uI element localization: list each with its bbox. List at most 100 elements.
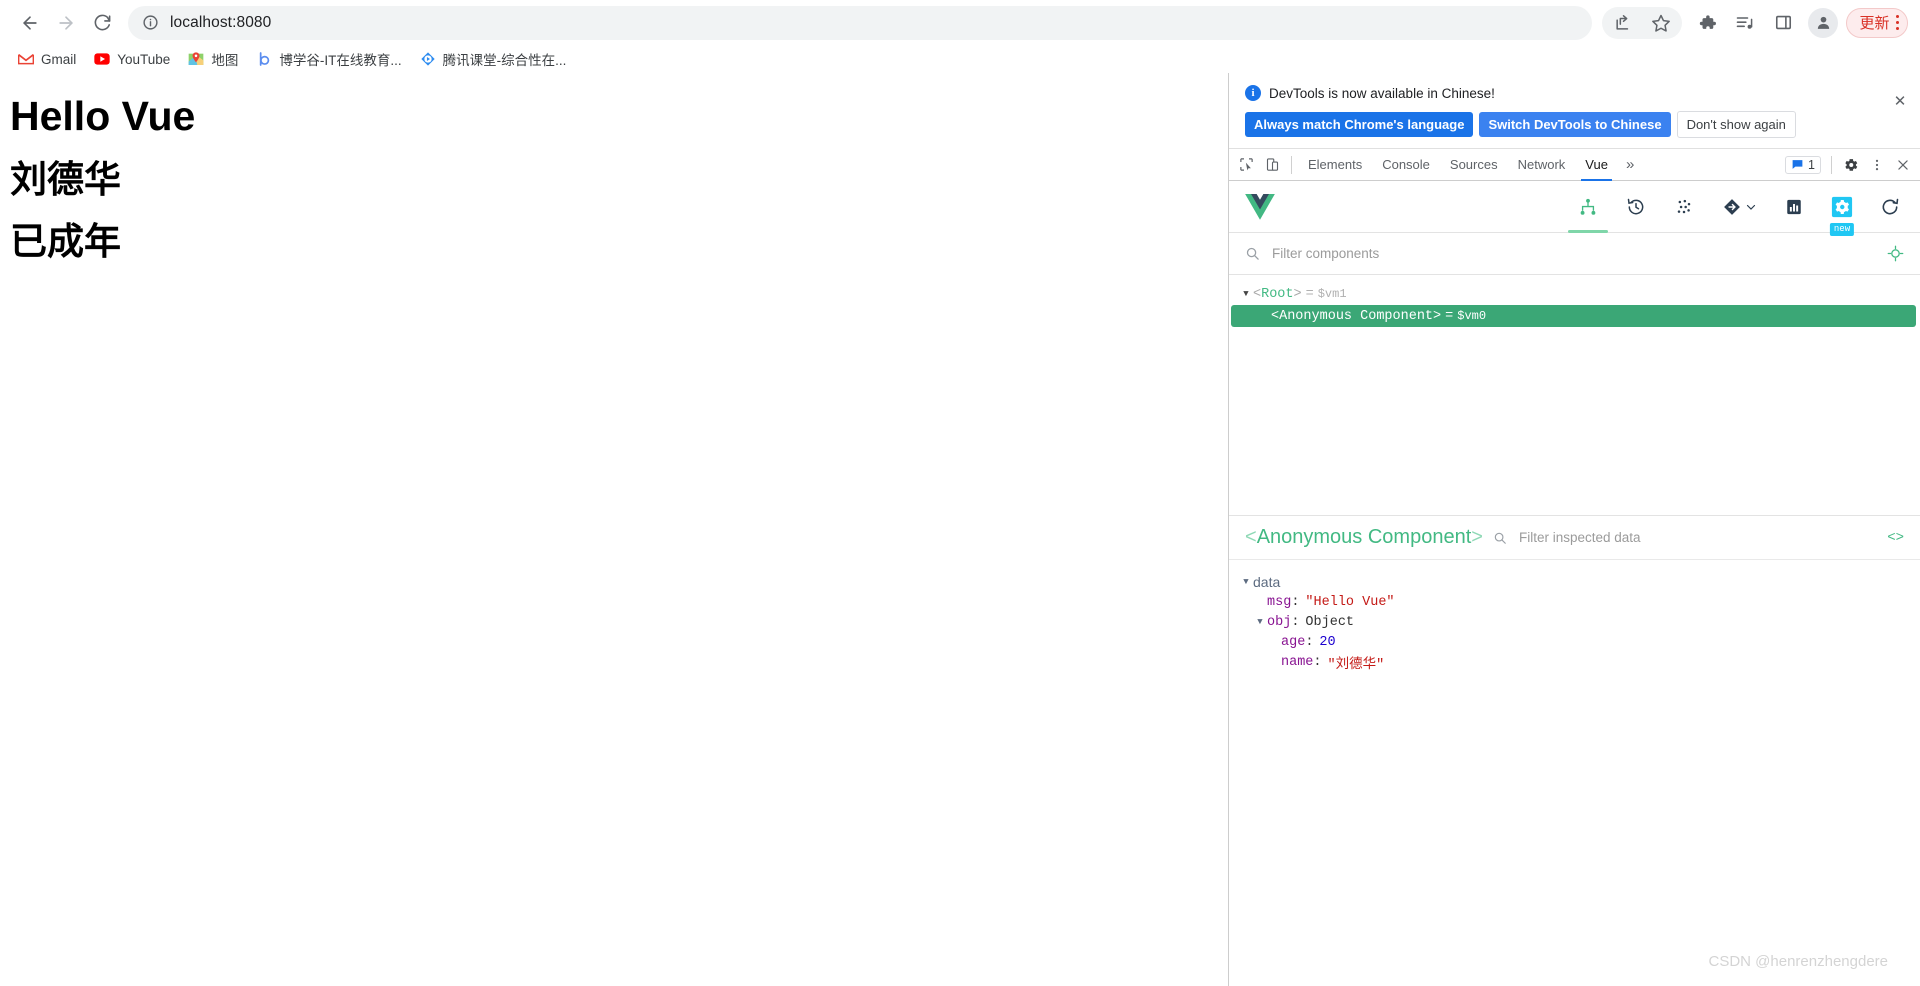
filter-inspected-data-input[interactable] bbox=[1516, 529, 1878, 546]
tag-close: > bbox=[1293, 286, 1302, 302]
data-key: age bbox=[1281, 634, 1306, 650]
update-button[interactable]: 更新 bbox=[1846, 7, 1908, 38]
bookmark-gmail[interactable]: Gmail bbox=[10, 47, 84, 71]
component-filter-bar bbox=[1229, 233, 1920, 275]
always-match-chrome-language-button[interactable]: Always match Chrome's language bbox=[1245, 112, 1474, 137]
site-info-icon[interactable] bbox=[142, 14, 160, 32]
edit-as-code-icon[interactable]: <> bbox=[1887, 530, 1904, 546]
tree-row-root[interactable]: ▼ < Root > = $vm1 bbox=[1229, 283, 1920, 305]
page-content: Hello Vue 刘德华 已成年 bbox=[0, 73, 1228, 986]
settings-gear-icon[interactable] bbox=[1838, 152, 1864, 178]
bookmark-label: YouTube bbox=[117, 51, 171, 67]
address-bar-url: localhost:8080 bbox=[170, 13, 272, 31]
data-value: "刘德华" bbox=[1327, 657, 1385, 673]
close-notice-icon[interactable]: ✕ bbox=[1890, 91, 1910, 111]
page-heading-msg: Hello Vue bbox=[10, 93, 196, 139]
boxuegu-icon bbox=[256, 51, 272, 67]
tag-open: < bbox=[1271, 308, 1280, 324]
equals-sign: = bbox=[1445, 308, 1454, 324]
component-name: Root bbox=[1261, 286, 1294, 302]
toolbar-actions: 更新 bbox=[1602, 6, 1908, 39]
toolbar-divider bbox=[1291, 155, 1292, 174]
select-component-target-icon[interactable] bbox=[1887, 245, 1904, 262]
update-button-label: 更新 bbox=[1859, 15, 1890, 32]
tree-row-anonymous-component[interactable]: < Anonymous Component > = $vm0 bbox=[1231, 305, 1916, 327]
data-group-row[interactable]: ▼ data bbox=[1229, 572, 1920, 592]
vm-reference: $vm0 bbox=[1457, 309, 1487, 323]
performance-bar-icon[interactable] bbox=[1780, 187, 1808, 227]
bookmark-label: 博学谷-IT在线教育... bbox=[279, 53, 402, 68]
console-message-count[interactable]: 1 bbox=[1785, 155, 1821, 174]
timeline-history-icon[interactable] bbox=[1622, 187, 1650, 227]
switch-devtools-to-chinese-button[interactable]: Switch DevTools to Chinese bbox=[1479, 112, 1671, 137]
vue-logo-icon bbox=[1245, 193, 1275, 220]
forward-button[interactable] bbox=[48, 5, 84, 41]
bookmark-youtube[interactable]: YouTube bbox=[86, 47, 178, 71]
youtube-icon bbox=[94, 51, 110, 67]
search-icon bbox=[1245, 246, 1260, 261]
tab-vue[interactable]: Vue bbox=[1575, 149, 1618, 181]
settings-gear-icon[interactable]: new bbox=[1828, 187, 1856, 236]
data-value: 20 bbox=[1319, 634, 1336, 650]
side-panel-icon[interactable] bbox=[1767, 7, 1799, 39]
vuex-dots-icon[interactable] bbox=[1670, 187, 1698, 227]
inspector-data-tree: ▼ data msg: "Hello Vue" ▼ obj: Object ag… bbox=[1229, 560, 1920, 986]
devtools-tabbar: Elements Console Sources Network Vue » 1 bbox=[1229, 149, 1920, 181]
google-maps-icon bbox=[188, 51, 204, 67]
data-key: obj bbox=[1267, 614, 1292, 630]
more-tabs-icon[interactable]: » bbox=[1618, 156, 1642, 173]
bookmark-star-icon[interactable] bbox=[1645, 7, 1677, 39]
profile-avatar-icon[interactable] bbox=[1808, 7, 1839, 38]
tag-close: > bbox=[1433, 308, 1442, 324]
vue-toolbar-actions: new bbox=[1568, 187, 1904, 236]
chevron-down-icon[interactable]: ▼ bbox=[1239, 289, 1253, 299]
bookmark-tencent-classroom[interactable]: 腾讯课堂-综合性在... bbox=[412, 47, 575, 71]
filter-components-input[interactable] bbox=[1270, 245, 1887, 262]
component-tree[interactable]: ▼ < Root > = $vm1 < Anonymous Component > = … bbox=[1229, 275, 1920, 515]
data-entry-obj[interactable]: ▼ obj: Object bbox=[1229, 612, 1920, 632]
browser-window: localhost:8080 更新 Gmail YouTube 地图 博学谷-I… bbox=[0, 0, 1920, 986]
data-key: name bbox=[1281, 654, 1314, 670]
data-value: Object bbox=[1305, 614, 1355, 630]
data-entry-msg[interactable]: msg: "Hello Vue" bbox=[1229, 592, 1920, 612]
inspect-element-icon[interactable] bbox=[1233, 152, 1259, 178]
extensions-puzzle-icon[interactable] bbox=[1691, 7, 1723, 39]
bookmark-maps[interactable]: 地图 bbox=[180, 47, 246, 71]
close-devtools-icon[interactable] bbox=[1890, 152, 1916, 178]
data-entry-age[interactable]: age: 20 bbox=[1229, 632, 1920, 652]
device-toolbar-icon[interactable] bbox=[1259, 152, 1285, 178]
inspected-component-name: Anonymous Component bbox=[1256, 526, 1472, 548]
routes-diamond-icon[interactable] bbox=[1718, 187, 1760, 227]
media-list-icon[interactable] bbox=[1729, 7, 1761, 39]
back-button[interactable] bbox=[12, 5, 48, 41]
dont-show-again-button[interactable]: Don't show again bbox=[1676, 111, 1796, 138]
vue-devtools-toolbar: new bbox=[1229, 181, 1920, 236]
components-tree-icon[interactable] bbox=[1568, 187, 1608, 233]
devtools-more-options-icon[interactable] bbox=[1864, 152, 1890, 178]
bookmark-boxuegu[interactable]: 博学谷-IT在线教育... bbox=[248, 47, 409, 71]
chevron-down-icon[interactable]: ▼ bbox=[1253, 617, 1267, 627]
tencent-classroom-icon bbox=[420, 51, 436, 67]
gmail-icon bbox=[18, 51, 34, 67]
address-bar[interactable]: localhost:8080 bbox=[128, 5, 1593, 40]
watermark: CSDN @henrenzhengdere bbox=[1708, 953, 1889, 970]
tab-network[interactable]: Network bbox=[1508, 149, 1576, 181]
page-heading-name: 刘德华 bbox=[10, 159, 121, 201]
search-icon bbox=[1493, 531, 1507, 545]
share-icon[interactable] bbox=[1607, 7, 1639, 39]
chrome-menu-icon[interactable] bbox=[1895, 14, 1899, 31]
chevron-down-icon[interactable]: ▼ bbox=[1239, 577, 1253, 587]
tab-sources[interactable]: Sources bbox=[1440, 149, 1508, 181]
message-count-value: 1 bbox=[1808, 157, 1815, 172]
tab-console[interactable]: Console bbox=[1372, 149, 1440, 181]
inspector-header: <Anonymous Component> <> bbox=[1229, 516, 1920, 560]
tab-elements[interactable]: Elements bbox=[1298, 149, 1372, 181]
reload-button[interactable] bbox=[84, 5, 120, 41]
data-group-label: data bbox=[1253, 574, 1281, 590]
refresh-icon[interactable] bbox=[1876, 187, 1904, 227]
devtools-language-notice: i DevTools is now available in Chinese! … bbox=[1229, 73, 1920, 149]
bookmark-label: 腾讯课堂-综合性在... bbox=[442, 53, 567, 68]
browser-toolbar: localhost:8080 更新 bbox=[0, 0, 1920, 45]
data-entry-name[interactable]: name: "刘德华" bbox=[1229, 652, 1920, 673]
equals-sign: = bbox=[1305, 286, 1314, 302]
